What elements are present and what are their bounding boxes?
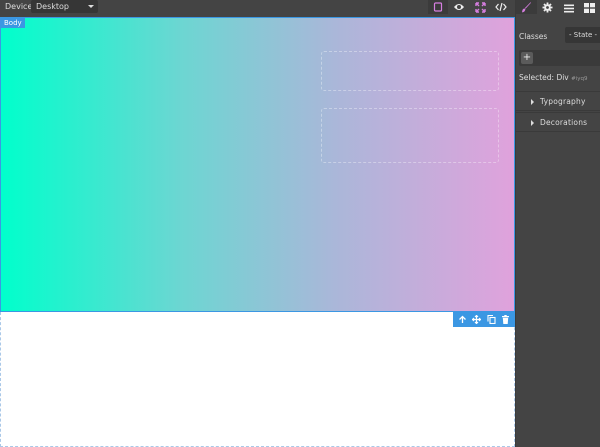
gear-icon [542,0,553,17]
style-manager-panel: Classes - State - + Selected: Div #iyq9 … [515,0,600,447]
square-outline-icon [433,2,443,12]
add-class-button[interactable]: + [521,52,533,64]
blocks-icon [584,0,595,17]
state-select-value: - State - [569,31,598,39]
caret-right-icon [531,120,534,126]
style-manager-tab[interactable] [516,0,537,14]
class-tags-row: + [519,50,600,66]
top-bar: Device Desktop [0,0,600,17]
body-badge: Body [1,18,25,28]
selected-label: Selected: [519,73,555,82]
layer-manager-tab[interactable] [558,0,579,14]
fullscreen-icon [474,1,486,13]
selected-info: Selected: Div #iyq9 [519,73,588,82]
device-select-value: Desktop [36,2,69,11]
menu-icon [563,0,574,17]
caret-right-icon [531,99,534,105]
device-label: Device [5,2,33,11]
export-code-button[interactable] [491,0,511,14]
sector-decorations[interactable]: Decorations [516,112,600,132]
delete-icon[interactable] [500,314,511,325]
device-select[interactable]: Desktop [31,0,98,13]
selected-div-hero[interactable]: Body [0,17,515,312]
sector-label: Typography [540,97,586,106]
fullscreen-button[interactable] [470,0,490,14]
blocks-tab[interactable] [579,0,600,14]
placeholder-box[interactable] [321,108,499,163]
sector-label: Decorations [540,118,588,127]
sw-visibility-button[interactable] [428,0,448,14]
code-icon [495,2,507,12]
editor-canvas[interactable]: Body [0,17,515,447]
preview-button[interactable] [449,0,469,14]
arrow-up-icon[interactable] [457,314,468,325]
sector-typography[interactable]: Typography [516,91,600,111]
chevron-down-icon [88,5,94,8]
panel-tabs [516,0,600,17]
clone-icon[interactable] [486,314,497,325]
body-frame [0,312,515,447]
selected-element: Div [556,73,569,82]
move-icon[interactable] [471,314,482,325]
paint-brush-icon [521,0,532,17]
placeholder-box[interactable] [321,51,499,91]
selected-id: #iyq9 [571,76,588,82]
component-toolbar [453,312,515,327]
settings-tab[interactable] [537,0,558,14]
classes-label: Classes [519,32,548,41]
eye-icon [453,2,465,12]
state-select[interactable]: - State - [565,27,600,43]
